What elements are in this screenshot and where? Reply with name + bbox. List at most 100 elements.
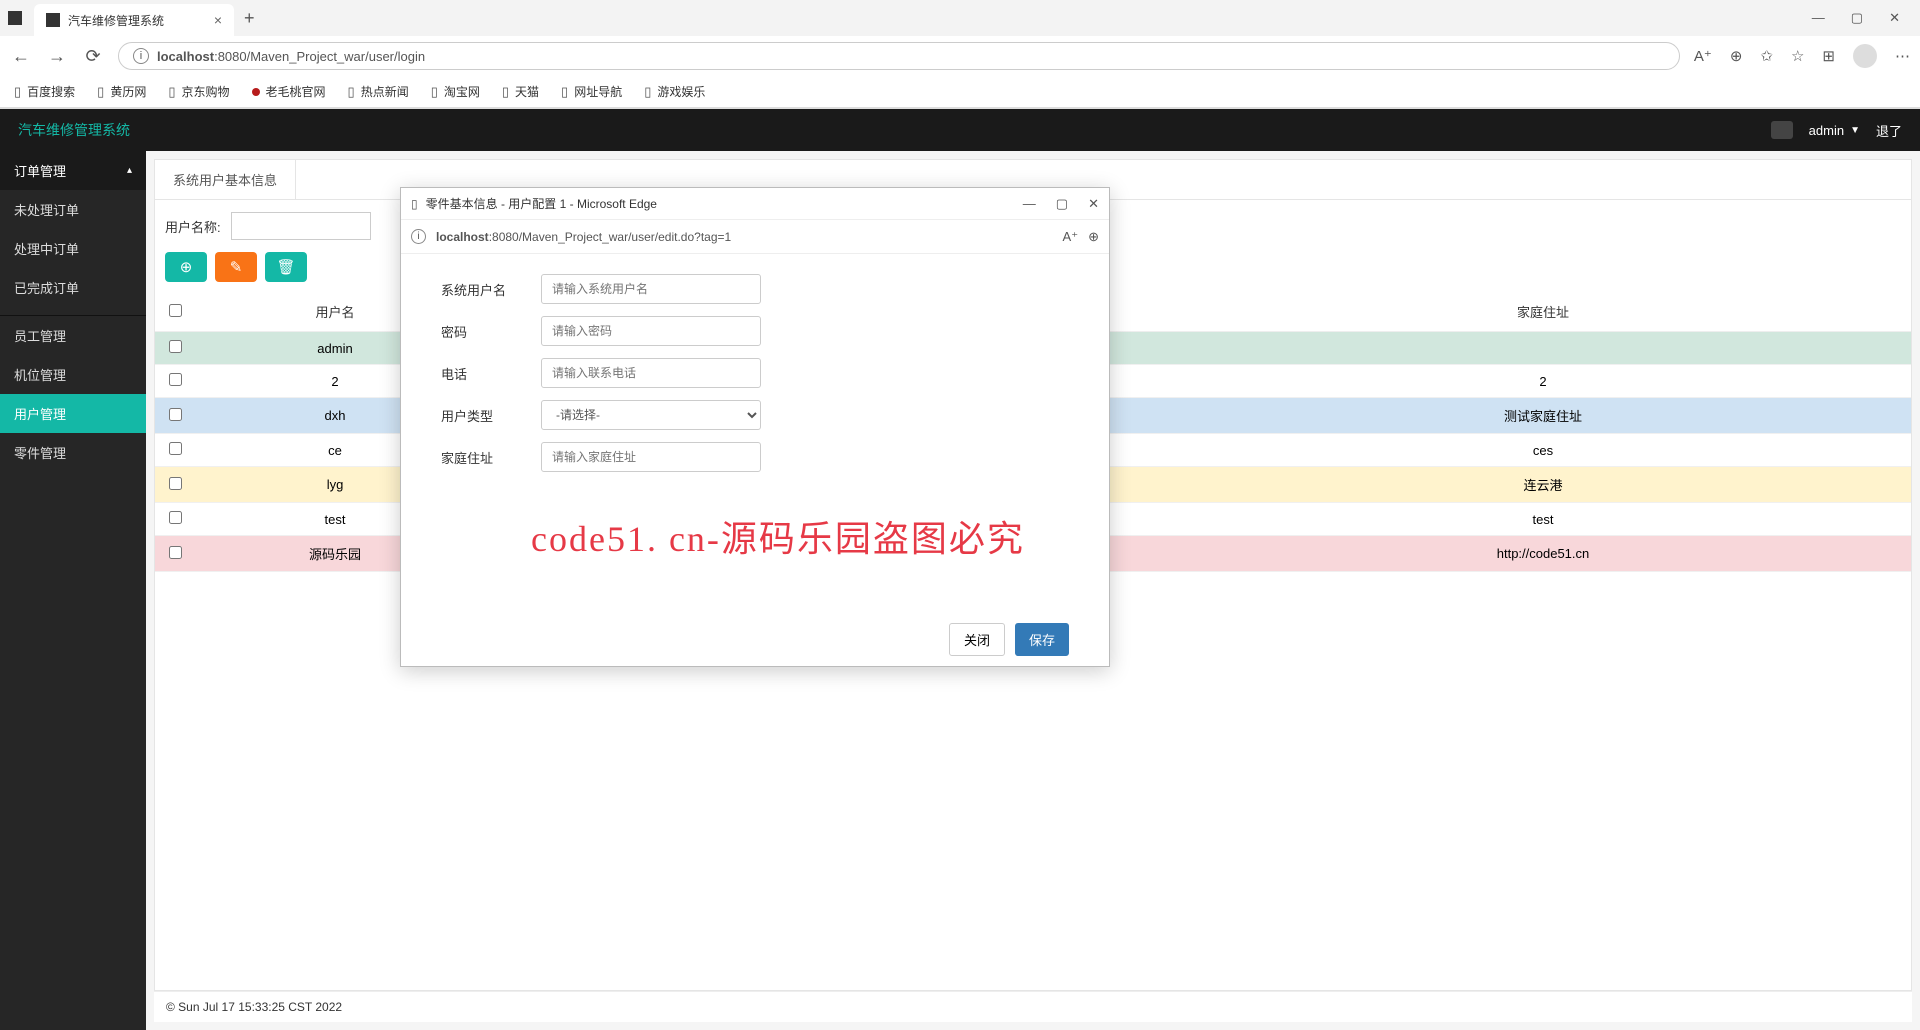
bookmark-label: 热点新闻 [361, 83, 409, 100]
field-address-label: 家庭住址 [441, 448, 541, 467]
field-username-label: 系统用户名 [441, 280, 541, 299]
address-bar: ← → ⟳ i localhost:8080/Maven_Project_war… [0, 36, 1920, 76]
watermark: code51. cn-源码乐园盗图必究 [531, 510, 1025, 562]
popup-title: 零件基本信息 - 用户配置 1 - Microsoft Edge [426, 195, 657, 212]
field-address-input[interactable] [541, 442, 761, 472]
footer: © Sun Jul 17 15:33:25 CST 2022 [154, 991, 1912, 1022]
forward-icon[interactable]: → [46, 46, 68, 67]
new-tab-button[interactable]: + [244, 8, 255, 29]
add-button[interactable]: ⊕ [165, 252, 207, 282]
url-host: localhost [157, 49, 214, 64]
bookmark-item[interactable]: ▯百度搜索 [14, 83, 75, 100]
popup-zoom-icon[interactable]: ⊕ [1088, 229, 1099, 245]
field-username-input[interactable] [541, 274, 761, 304]
row-checkbox[interactable] [169, 511, 182, 524]
row-checkbox[interactable] [169, 340, 182, 353]
url-input[interactable]: i localhost:8080/Maven_Project_war/user/… [118, 42, 1680, 70]
star-icon[interactable]: ✩ [1760, 47, 1773, 65]
sidebar-item[interactable]: 未处理订单 [0, 190, 146, 229]
browser-tab[interactable]: 汽车维修管理系统 × [34, 4, 234, 36]
field-phone-label: 电话 [441, 364, 541, 383]
browser-chrome: 汽车维修管理系统 × + — ▢ ✕ ← → ⟳ i localhost:808… [0, 0, 1920, 109]
minimize-icon[interactable]: — [1812, 10, 1825, 26]
tab-close-icon[interactable]: × [214, 12, 222, 28]
maximize-icon[interactable]: ▢ [1851, 10, 1863, 26]
row-checkbox[interactable] [169, 546, 182, 559]
cell-address: 2 [1175, 365, 1911, 398]
sidebar-item[interactable]: 已完成订单 [0, 268, 146, 307]
cell-address: test [1175, 503, 1911, 536]
sidebar-item[interactable]: 零件管理 [0, 433, 146, 472]
tab-overview-icon[interactable] [8, 11, 22, 25]
logout-link[interactable]: 退了 [1876, 121, 1902, 140]
bookmark-icon: ▯ [644, 84, 651, 100]
bookmark-item[interactable]: ▯ 淘宝网 [431, 83, 480, 100]
username-filter-input[interactable] [231, 212, 371, 240]
col-address: 家庭住址 [1175, 292, 1911, 332]
row-checkbox[interactable] [169, 477, 182, 490]
bookmark-label: 网址导航 [574, 83, 622, 100]
app-header: 汽车维修管理系统 admin ▼ 退了 [0, 109, 1920, 151]
cell-address: http://code51.cn [1175, 536, 1911, 572]
back-icon[interactable]: ← [10, 46, 32, 67]
menu-icon[interactable]: ⋯ [1895, 47, 1910, 65]
document-icon: ▯ [411, 197, 418, 211]
popup-site-info-icon[interactable]: i [411, 229, 426, 244]
reload-icon[interactable]: ⟳ [82, 46, 104, 67]
collections-icon[interactable]: ⊞ [1822, 47, 1835, 65]
plus-icon: ⊕ [180, 258, 193, 276]
zoom-icon[interactable]: ⊕ [1730, 47, 1743, 65]
popup-maximize-icon[interactable]: ▢ [1056, 196, 1068, 212]
bookmark-item[interactable]: ▯天猫 [502, 83, 539, 100]
bookmark-label: 老毛桃官网 [266, 83, 326, 100]
sidebar-group-orders[interactable]: 订单管理 ▴ [0, 151, 146, 190]
chevron-up-icon: ▴ [127, 165, 132, 176]
sidebar-item[interactable]: 用户管理 [0, 394, 146, 433]
field-password-label: 密码 [441, 322, 541, 341]
user-menu[interactable]: admin ▼ [1809, 123, 1860, 138]
bookmark-icon: ▯ [348, 84, 355, 100]
bookmark-icon: ▯ [14, 84, 21, 100]
bookmark-label: 游戏娱乐 [657, 83, 705, 100]
close-window-icon[interactable]: ✕ [1889, 10, 1900, 26]
edit-button[interactable]: ✎ [215, 252, 257, 282]
cell-address: 连云港 [1175, 467, 1911, 503]
sidebar-item[interactable]: 机位管理 [0, 355, 146, 394]
favorites-icon[interactable]: ☆ [1791, 47, 1804, 65]
row-checkbox[interactable] [169, 373, 182, 386]
field-type-select[interactable]: -请选择- [541, 400, 761, 430]
sidebar-item[interactable]: 处理中订单 [0, 229, 146, 268]
bookmark-icon: ▯ [431, 84, 438, 100]
delete-button[interactable]: 🗑 [265, 252, 307, 282]
site-info-icon[interactable]: i [133, 48, 149, 64]
text-size-icon[interactable]: A⁺ [1694, 47, 1712, 65]
profile-avatar-icon[interactable] [1853, 44, 1877, 68]
popup-save-button[interactable]: 保存 [1015, 623, 1069, 656]
select-all-checkbox[interactable] [169, 304, 182, 317]
popup-close-icon[interactable]: ✕ [1088, 196, 1099, 212]
bookmark-icon: ▯ [502, 84, 509, 100]
bookmark-label: 京东购物 [182, 83, 230, 100]
popup-close-button[interactable]: 关闭 [949, 623, 1005, 656]
popup-text-size-icon[interactable]: A⁺ [1063, 229, 1079, 245]
bookmark-item[interactable]: ▯黄历网 [97, 83, 146, 100]
popup-url-host: localhost [436, 230, 489, 244]
bookmark-item[interactable]: 老毛桃官网 [252, 83, 326, 100]
sidebar-item[interactable]: 员工管理 [0, 315, 146, 355]
row-checkbox[interactable] [169, 408, 182, 421]
pencil-icon: ✎ [230, 258, 243, 276]
popup-minimize-icon[interactable]: — [1023, 196, 1036, 212]
bookmark-icon: ▯ [561, 84, 568, 100]
panel-tab[interactable]: 系统用户基本信息 [155, 160, 296, 199]
field-password-input[interactable] [541, 316, 761, 346]
bookmark-dot-icon [252, 88, 260, 96]
bookmark-item[interactable]: ▯京东购物 [168, 83, 229, 100]
current-user: admin [1809, 123, 1844, 138]
bookmark-item[interactable]: ▯ 网址导航 [561, 83, 622, 100]
bookmark-label: 淘宝网 [444, 83, 480, 100]
bookmark-item[interactable]: ▯ 热点新闻 [348, 83, 409, 100]
cell-address: ces [1175, 434, 1911, 467]
bookmark-item[interactable]: ▯ 游戏娱乐 [644, 83, 705, 100]
field-phone-input[interactable] [541, 358, 761, 388]
row-checkbox[interactable] [169, 442, 182, 455]
